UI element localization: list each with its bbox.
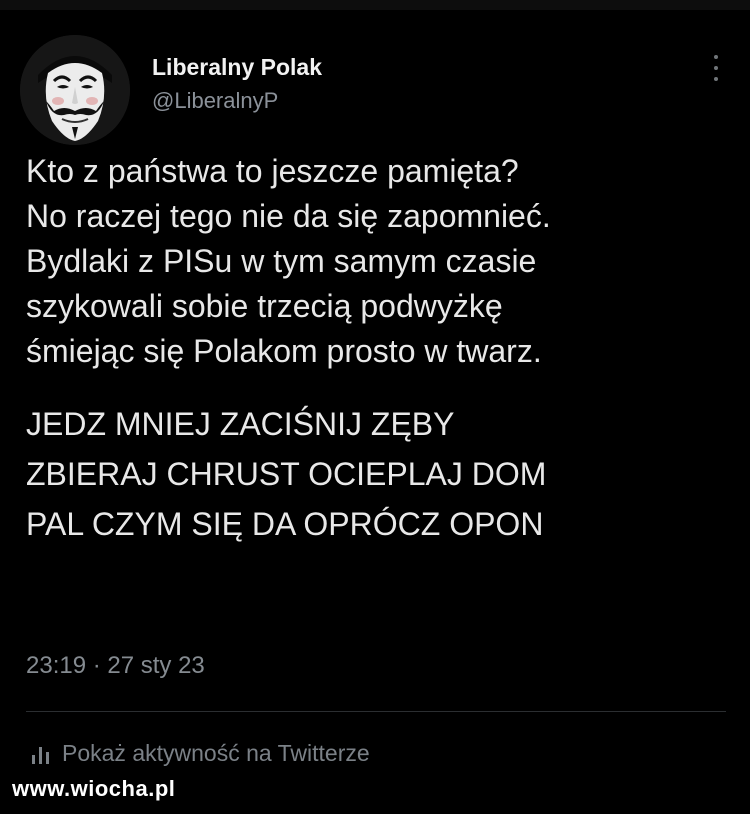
tweet-timestamp[interactable]: 23:19 · 27 sty 23: [26, 652, 205, 680]
author-display-name[interactable]: Liberalny Polak: [152, 53, 322, 81]
author-info: Liberalny Polak @LiberalnyP: [152, 53, 322, 115]
show-activity-label: Pokaż aktywność na Twitterze: [62, 740, 370, 766]
author-handle[interactable]: @LiberalnyP: [152, 87, 322, 115]
top-divider: [0, 0, 750, 10]
tweet-line: szykowali sobie trzecią podwyżkę: [26, 288, 503, 324]
divider: [26, 711, 726, 712]
tweet-line: JEDZ MNIEJ ZACIŚNIJ ZĘBY: [26, 406, 455, 442]
avatar[interactable]: [20, 35, 130, 145]
tweet-line: ZBIERAJ CHRUST OCIEPLAJ DOM: [26, 456, 547, 492]
guy-fawkes-mask-icon: [20, 35, 130, 145]
more-dot: [714, 66, 718, 70]
show-activity-link[interactable]: Pokaż aktywność na Twitterze: [30, 740, 370, 767]
tweet-paragraph: Kto z państwa to jeszcze pamięta? No rac…: [26, 149, 736, 374]
tweet-line: śmiejąc się Polakom prosto w twarz.: [26, 333, 542, 369]
site-watermark: www.wiocha.pl: [12, 776, 176, 801]
tweet-line: PAL CZYM SIĘ DA OPRÓCZ OPON: [26, 506, 544, 542]
tweet-line: Kto z państwa to jeszcze pamięta?: [26, 153, 519, 189]
tweet-text: Kto z państwa to jeszcze pamięta? No rac…: [26, 149, 736, 549]
tweet-paragraph: JEDZ MNIEJ ZACIŚNIJ ZĘBY ZBIERAJ CHRUST …: [26, 399, 736, 549]
more-options-icon[interactable]: [708, 51, 724, 85]
tweet-line: No raczej tego nie da się zapomnieć.: [26, 198, 551, 234]
bar-chart-icon: [32, 746, 49, 764]
tweet-header: Liberalny Polak @LiberalnyP: [20, 35, 730, 145]
more-dot: [714, 55, 718, 59]
more-dot: [714, 77, 718, 81]
tweet-line: Bydlaki z PISu w tym samym czasie: [26, 243, 537, 279]
